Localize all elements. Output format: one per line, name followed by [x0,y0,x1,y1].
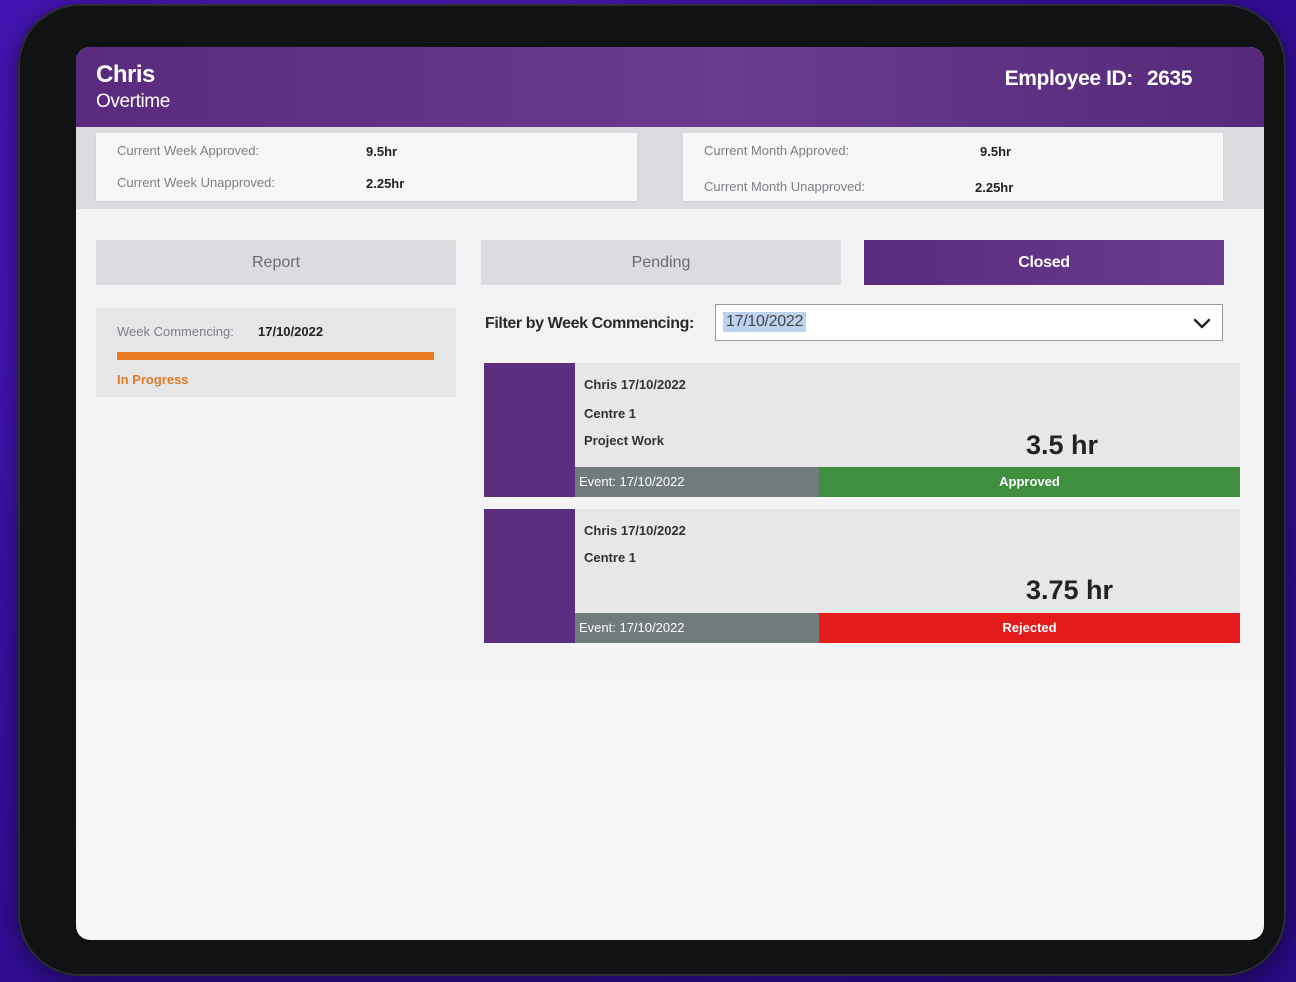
employee-name: Chris [96,61,155,88]
tab-pending[interactable]: Pending [481,240,841,285]
overtime-entry-card[interactable]: Chris 17/10/2022 Centre 1 Project Work 3… [484,363,1240,497]
entry-event-date: Event: 17/10/2022 [575,467,819,497]
week-progress-bar [117,352,434,360]
month-summary-box: Current Month Approved: 9.5hr Current Mo… [683,133,1223,201]
entry-title: Chris 17/10/2022 [584,523,686,538]
entry-event-date: Event: 17/10/2022 [575,613,819,643]
chevron-down-icon [1193,318,1211,329]
week-unapproved-value: 2.25hr [366,176,405,191]
month-approved-label: Current Month Approved: [704,143,850,158]
filter-label: Filter by Week Commencing: [485,315,694,332]
summary-panel: Current Week Approved: 9.5hr Current Wee… [76,127,1264,209]
employee-id-label: Employee ID: [1004,67,1134,90]
entry-centre: Centre 1 [584,406,637,421]
week-progress-fill [117,352,434,360]
app-screen: Chris Overtime Employee ID: 2635 Current … [76,47,1264,940]
overtime-entry-card[interactable]: Chris 17/10/2022 Centre 1 3.75 hr Event:… [484,509,1240,643]
month-approved-value: 9.5hr [980,144,1012,159]
entry-hours: 3.75 hr [1026,575,1114,605]
entry-centre: Centre 1 [584,550,637,565]
week-filter-dropdown[interactable]: 17/10/2022 [715,304,1223,341]
employee-id-group: Employee ID: 2635 [1004,67,1193,91]
app-header: Chris Overtime Employee ID: 2635 [76,47,1264,127]
entry-footer: Event: 17/10/2022 Rejected [575,613,1240,643]
entry-description: Project Work [584,433,664,448]
entry-status-rejected: Rejected [819,613,1240,643]
week-unapproved-label: Current Week Unapproved: [117,175,276,190]
entry-title: Chris 17/10/2022 [584,377,686,392]
tab-report[interactable]: Report [96,240,456,285]
week-status: In Progress [117,372,189,387]
week-commencing-label: Week Commencing: [117,324,234,339]
tab-closed[interactable]: Closed [864,240,1224,285]
tablet-bezel: Chris Overtime Employee ID: 2635 Current … [18,4,1286,976]
entry-color-bar [484,509,575,643]
week-filter-value: 17/10/2022 [723,312,807,332]
month-unapproved-value: 2.25hr [975,180,1014,195]
month-unapproved-label: Current Month Unapproved: [704,179,866,194]
employee-id-value: 2635 [1146,67,1193,90]
week-approved-label: Current Week Approved: [117,143,260,158]
page-subtitle: Overtime [96,91,170,112]
entry-color-bar [484,363,575,497]
week-summary-box: Current Week Approved: 9.5hr Current Wee… [96,133,637,201]
week-approved-value: 9.5hr [366,144,398,159]
week-commencing-value: 17/10/2022 [258,324,324,339]
week-commencing-card[interactable]: Week Commencing: 17/10/2022 In Progress [96,308,456,397]
entry-hours: 3.5 hr [1026,430,1099,460]
entry-footer: Event: 17/10/2022 Approved [575,467,1240,497]
entry-status-approved: Approved [819,467,1240,497]
